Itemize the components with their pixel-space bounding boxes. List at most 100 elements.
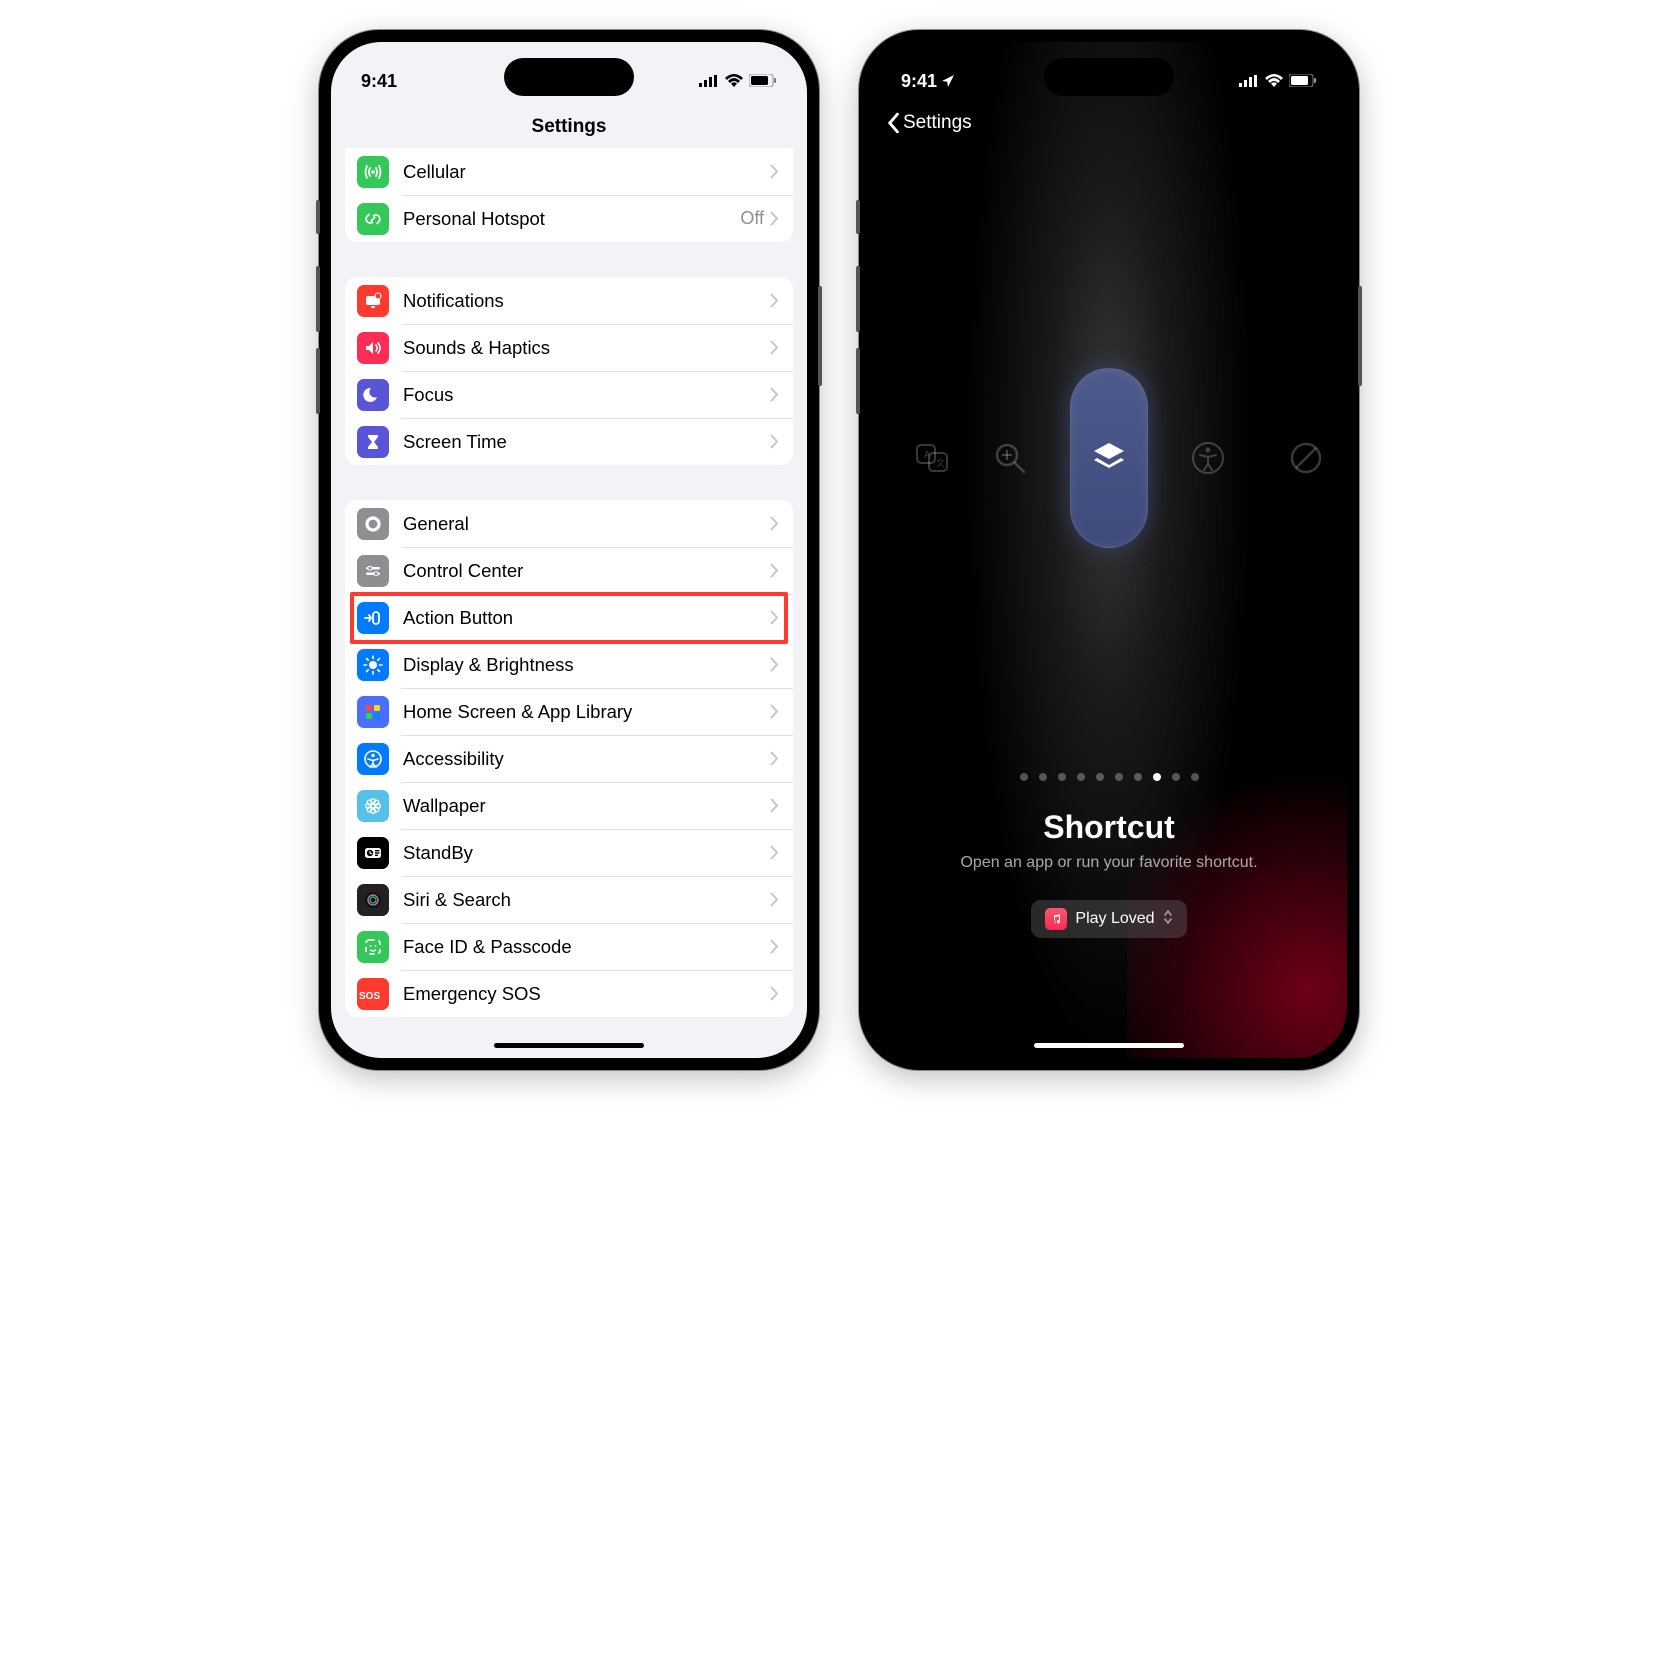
page-dot[interactable]	[1020, 773, 1028, 781]
settings-row-wallpaper[interactable]: Wallpaper	[345, 782, 793, 829]
wifi-icon	[725, 71, 743, 92]
cellular-icon	[699, 71, 719, 92]
settings-row-label: Cellular	[403, 161, 770, 183]
battery-icon	[749, 71, 777, 92]
settings-row-display[interactable]: Display & Brightness	[345, 641, 793, 688]
settings-row-label: StandBy	[403, 842, 770, 864]
status-indicators	[1239, 71, 1317, 92]
settings-row-faceid[interactable]: Face ID & Passcode	[345, 923, 793, 970]
settings-row-controlcenter[interactable]: Control Center	[345, 547, 793, 594]
status-time: 9:41	[901, 71, 955, 92]
shortcut-name: Play Loved	[1075, 910, 1154, 928]
settings-row-cellular[interactable]: Cellular	[345, 148, 793, 195]
settings-row-label: Emergency SOS	[403, 983, 770, 1005]
settings-row-notifications[interactable]: Notifications	[345, 277, 793, 324]
settings-row-label: Display & Brightness	[403, 654, 770, 676]
page-dot[interactable]	[1172, 773, 1180, 781]
wifi-icon	[1265, 71, 1283, 92]
phone-right: 9:41 Settings A文	[859, 30, 1359, 1070]
cellular-icon	[1239, 71, 1259, 92]
settings-row-label: General	[403, 513, 770, 535]
settings-row-hotspot[interactable]: Personal HotspotOff	[345, 195, 793, 242]
settings-row-label: Control Center	[403, 560, 770, 582]
status-time: 9:41	[361, 71, 397, 92]
settings-row-siri[interactable]: Siri & Search	[345, 876, 793, 923]
grid-icon	[357, 696, 389, 728]
settings-row-label: Screen Time	[403, 431, 770, 453]
page-dot[interactable]	[1077, 773, 1085, 781]
settings-row-actionbutton[interactable]: Action Button	[345, 594, 793, 641]
phone-left: 9:41 Settings CellularPersonal HotspotOf…	[319, 30, 819, 1070]
siri-icon	[357, 884, 389, 916]
back-button[interactable]: Settings	[871, 104, 1347, 142]
action-icon	[357, 602, 389, 634]
sos-icon: SOS	[357, 978, 389, 1010]
sliders-icon	[357, 555, 389, 587]
option-magnifier-icon[interactable]	[989, 437, 1031, 479]
settings-row-label: Wallpaper	[403, 795, 770, 817]
settings-row-standby[interactable]: StandBy	[345, 829, 793, 876]
flower-icon	[357, 790, 389, 822]
chevron-right-icon	[770, 751, 779, 766]
settings-row-screentime[interactable]: Screen Time	[345, 418, 793, 465]
settings-group-general: General Control Center Action Button Displa…	[345, 500, 793, 1017]
person-icon	[357, 743, 389, 775]
chevron-right-icon	[770, 211, 779, 226]
chevron-right-icon	[770, 164, 779, 179]
option-translate-icon[interactable]: A文	[911, 437, 953, 479]
option-accessibility-icon[interactable]	[1187, 437, 1229, 479]
svg-text:文: 文	[936, 457, 945, 468]
page-dot[interactable]	[1115, 773, 1123, 781]
settings-row-label: Notifications	[403, 290, 770, 312]
antenna-icon	[357, 156, 389, 188]
chevron-right-icon	[770, 610, 779, 625]
home-indicator[interactable]	[1034, 1043, 1184, 1048]
mode-title: Shortcut	[871, 809, 1347, 846]
settings-row-sounds[interactable]: Sounds & Haptics	[345, 324, 793, 371]
battery-icon	[1289, 71, 1317, 92]
settings-row-label: Siri & Search	[403, 889, 770, 911]
home-indicator[interactable]	[494, 1043, 644, 1048]
location-icon	[941, 74, 955, 88]
action-button-carousel[interactable]: A文	[871, 142, 1347, 773]
option-none-icon[interactable]	[1285, 437, 1327, 479]
face-icon	[357, 931, 389, 963]
settings-row-general[interactable]: General	[345, 500, 793, 547]
speaker-icon	[357, 332, 389, 364]
chevron-right-icon	[770, 657, 779, 672]
chevron-right-icon	[770, 798, 779, 813]
action-button-preview	[1070, 368, 1148, 548]
shortcut-picker[interactable]: Play Loved	[1031, 900, 1186, 938]
chevron-right-icon	[770, 387, 779, 402]
settings-row-label: Sounds & Haptics	[403, 337, 770, 359]
screen-settings: 9:41 Settings CellularPersonal HotspotOf…	[331, 42, 807, 1058]
settings-row-homescreen[interactable]: Home Screen & App Library	[345, 688, 793, 735]
shortcut-stack-icon	[1088, 437, 1130, 479]
chevron-right-icon	[770, 340, 779, 355]
page-dot[interactable]	[1096, 773, 1104, 781]
page-dot[interactable]	[1191, 773, 1199, 781]
screen-action-button: 9:41 Settings A文	[871, 42, 1347, 1058]
page-dot[interactable]	[1039, 773, 1047, 781]
clock-icon	[357, 837, 389, 869]
chevron-right-icon	[770, 892, 779, 907]
page-dot[interactable]	[1153, 773, 1161, 781]
settings-row-accessibility[interactable]: Accessibility	[345, 735, 793, 782]
status-indicators	[699, 71, 777, 92]
settings-row-label: Action Button	[403, 607, 770, 629]
page-dots[interactable]	[871, 773, 1347, 781]
settings-row-focus[interactable]: Focus	[345, 371, 793, 418]
mode-description: Open an app or run your favorite shortcu…	[871, 854, 1347, 872]
chevron-updown-icon	[1163, 909, 1173, 930]
settings-group-notifications: Notifications Sounds & Haptics Focus Screen…	[345, 277, 793, 465]
page-dot[interactable]	[1058, 773, 1066, 781]
moon-icon	[357, 379, 389, 411]
chevron-right-icon	[770, 434, 779, 449]
link-icon	[357, 203, 389, 235]
dynamic-island	[1044, 58, 1174, 96]
settings-row-sos[interactable]: SOS Emergency SOS	[345, 970, 793, 1017]
bell-icon	[357, 285, 389, 317]
hourglass-icon	[357, 426, 389, 458]
music-app-icon	[1045, 908, 1067, 930]
page-dot[interactable]	[1134, 773, 1142, 781]
